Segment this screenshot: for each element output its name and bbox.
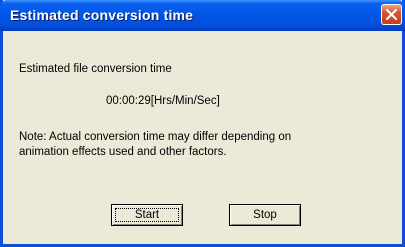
conversion-time-dialog: Estimated conversion time Estimated file… [0, 0, 405, 247]
stop-button[interactable]: Stop [229, 204, 301, 226]
title-bar[interactable]: Estimated conversion time [0, 0, 405, 31]
estimated-time-label: Estimated file conversion time [19, 63, 172, 75]
time-value: 00:00:29 [106, 95, 151, 107]
time-unit: [Hrs/Min/Sec] [150, 95, 220, 107]
note-text: Note: Actual conversion time may differ … [19, 130, 379, 160]
note-line-1: Note: Actual conversion time may differ … [19, 131, 292, 143]
note-line-2: animation effects used and other factors… [19, 146, 227, 158]
close-button[interactable] [381, 4, 402, 25]
start-button[interactable]: Start [111, 204, 183, 226]
close-icon [386, 9, 397, 20]
window-title: Estimated conversion time [10, 7, 194, 23]
estimated-time-readout: 00:00:29[Hrs/Min/Sec] [106, 95, 220, 107]
